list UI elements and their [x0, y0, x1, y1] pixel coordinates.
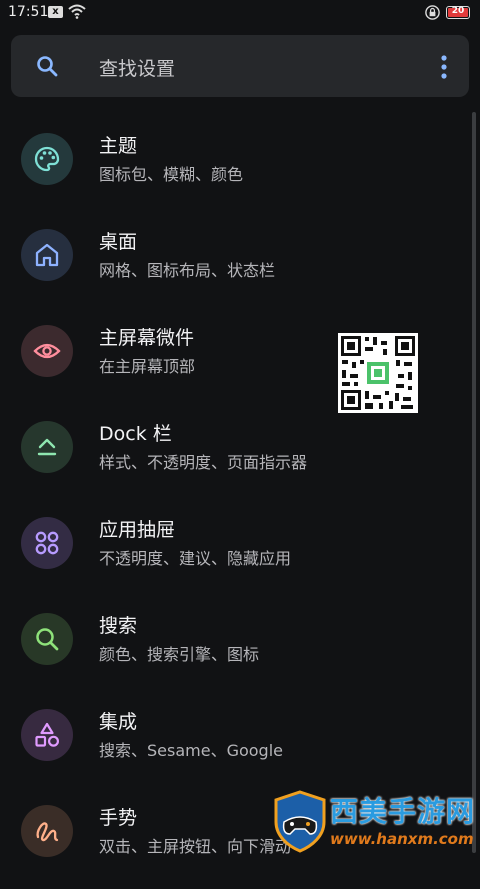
- search-placeholder[interactable]: 查找设置: [99, 54, 175, 81]
- item-subtitle: 搜索、Sesame、Google: [99, 741, 283, 760]
- more-vert-icon[interactable]: [441, 55, 447, 79]
- grid-icon: [21, 517, 73, 569]
- item-title: Dock 栏: [99, 423, 172, 445]
- item-subtitle: 双击、主屏按钮、向下滑动: [99, 837, 292, 856]
- watermark-title: 西美手游网: [330, 795, 476, 828]
- qr-code-image: [338, 333, 418, 413]
- battery-level: 20: [451, 6, 465, 16]
- search-bar[interactable]: 查找设置: [11, 35, 469, 97]
- eye-icon: [21, 325, 73, 377]
- item-title: 集成: [99, 711, 138, 733]
- shapes-icon: [21, 709, 73, 761]
- search-icon: [37, 56, 58, 77]
- item-title: 手势: [99, 807, 138, 829]
- watermark-url: www.hanxm.com: [330, 830, 474, 848]
- status-bar: 17:51 x 20: [0, 0, 480, 26]
- settings-item-desktop[interactable]: 桌面 网格、图标布局、状态栏: [0, 217, 470, 313]
- watermark: 西美手游网 www.hanxm.com: [272, 790, 480, 853]
- notification-icon: x: [48, 6, 63, 18]
- lock-icon: [425, 5, 440, 20]
- gamepad-shield-icon: [274, 790, 326, 853]
- settings-item-app-drawer[interactable]: 应用抽屉 不透明度、建议、隐藏应用: [0, 505, 470, 601]
- item-title: 主题: [99, 135, 138, 157]
- item-subtitle: 不透明度、建议、隐藏应用: [99, 549, 292, 568]
- search-icon: [21, 613, 73, 665]
- settings-item-integration[interactable]: 集成 搜索、Sesame、Google: [0, 697, 470, 793]
- dock-icon: [21, 421, 73, 473]
- scrollbar[interactable]: [472, 112, 476, 853]
- item-subtitle: 样式、不透明度、页面指示器: [99, 453, 308, 472]
- settings-item-theme[interactable]: 主题 图标包、模糊、颜色: [0, 121, 470, 217]
- item-title: 主屏幕微件: [99, 327, 195, 349]
- wifi-icon: [68, 4, 86, 19]
- status-time: 17:51: [8, 4, 49, 20]
- item-title: 应用抽屉: [99, 519, 176, 541]
- item-title: 桌面: [99, 231, 138, 253]
- item-subtitle: 在主屏幕顶部: [99, 357, 196, 376]
- item-subtitle: 图标包、模糊、颜色: [99, 165, 244, 184]
- item-subtitle: 网格、图标布局、状态栏: [99, 261, 276, 280]
- settings-item-dock[interactable]: Dock 栏 样式、不透明度、页面指示器: [0, 409, 470, 505]
- gesture-icon: [21, 805, 73, 857]
- palette-icon: [21, 133, 73, 185]
- item-title: 搜索: [99, 615, 138, 637]
- settings-item-search[interactable]: 搜索 颜色、搜索引擎、图标: [0, 601, 470, 697]
- home-icon: [21, 229, 73, 281]
- item-subtitle: 颜色、搜索引擎、图标: [99, 645, 260, 664]
- battery-icon: 20: [446, 6, 470, 19]
